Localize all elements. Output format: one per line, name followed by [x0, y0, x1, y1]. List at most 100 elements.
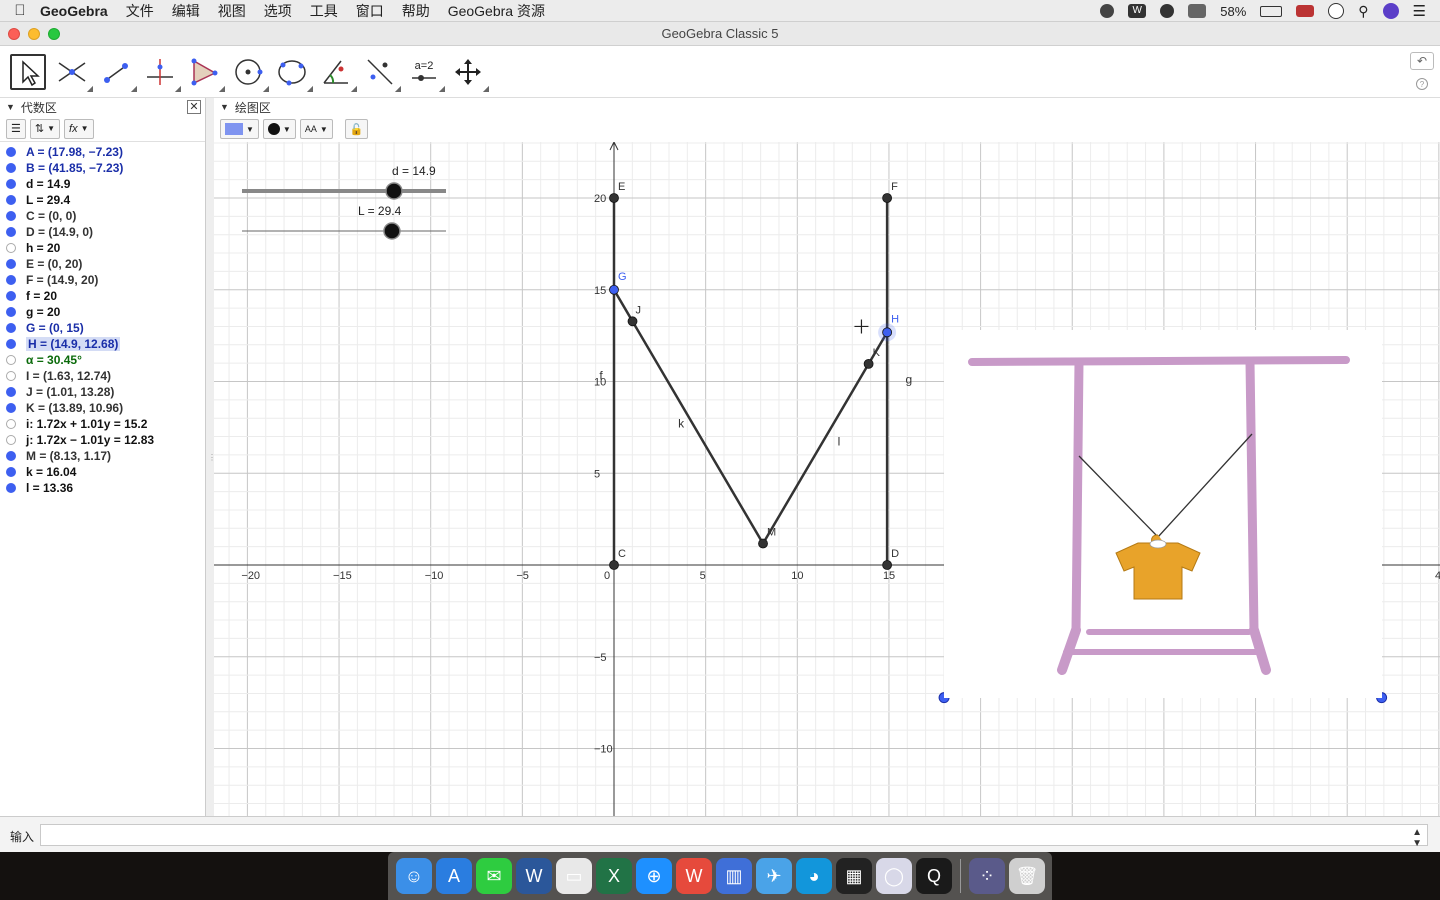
undo-button[interactable]: ↶ [1410, 52, 1434, 70]
slider-knob[interactable] [383, 222, 401, 240]
color-picker-button[interactable]: ▼ [220, 119, 259, 139]
record-icon[interactable] [1100, 4, 1115, 18]
geogebra-icon[interactable]: ◯ [876, 858, 912, 894]
app-menu[interactable]: GeoGebra [40, 3, 108, 19]
visibility-toggle-icon[interactable] [6, 339, 16, 349]
siri-icon[interactable] [1382, 3, 1399, 19]
close-algebra-button[interactable]: ✕ [187, 100, 201, 114]
algebra-row[interactable]: K = (13.89, 10.96) [0, 400, 205, 416]
visibility-toggle-icon[interactable] [6, 403, 16, 413]
flag-icon[interactable] [1296, 5, 1315, 17]
cloud-icon[interactable] [1188, 4, 1207, 18]
slider-tool[interactable]: a=2 ◢ [406, 54, 445, 93]
move-graphics-tool[interactable]: ◢ [450, 54, 489, 93]
visibility-toggle-icon[interactable] [6, 387, 16, 397]
excel-icon[interactable]: X [596, 858, 632, 894]
quicktime-icon[interactable]: Q [916, 858, 952, 894]
menu-edit[interactable]: 编辑 [172, 1, 200, 21]
visibility-toggle-icon[interactable] [6, 451, 16, 461]
visibility-toggle-icon[interactable] [6, 419, 16, 429]
algebra-row[interactable]: α = 30.45° [0, 352, 205, 368]
polygon-tool[interactable]: ◢ [186, 54, 225, 93]
slider-knob[interactable] [385, 182, 403, 200]
algebra-row[interactable]: d = 14.9 [0, 176, 205, 192]
preview-icon[interactable]: ▭ [556, 858, 592, 894]
visibility-toggle-icon[interactable] [6, 211, 16, 221]
fix-object-button[interactable]: 🔓 [344, 119, 369, 139]
point-intersect-tool[interactable]: ◢ [54, 54, 93, 93]
visibility-toggle-icon[interactable] [6, 227, 16, 237]
collapse-caret-icon[interactable]: ▼ [6, 102, 15, 112]
algebra-row[interactable]: E = (0, 20) [0, 256, 205, 272]
visibility-toggle-icon[interactable] [6, 435, 16, 445]
trash-icon[interactable]: 🗑 [1009, 858, 1045, 894]
visibility-toggle-icon[interactable] [6, 483, 16, 493]
algebra-row[interactable]: C = (0, 0) [0, 208, 205, 224]
visibility-toggle-icon[interactable] [6, 291, 16, 301]
wps-icon[interactable]: W [676, 858, 712, 894]
line-tool[interactable]: ◢ [98, 54, 137, 93]
algebra-row[interactable]: B = (41.85, −7.23) [0, 160, 205, 176]
sync-icon[interactable] [1160, 4, 1175, 18]
battery-icon[interactable] [1260, 5, 1283, 17]
menu-file[interactable]: 文件 [126, 1, 154, 21]
visibility-toggle-icon[interactable] [6, 307, 16, 317]
algebra-row[interactable]: I = (1.63, 12.74) [0, 368, 205, 384]
visibility-toggle-icon[interactable] [6, 467, 16, 477]
visibility-toggle-icon[interactable] [6, 163, 16, 173]
panel-splitter[interactable]: ⋮ [206, 98, 216, 816]
reflect-tool[interactable]: ◢ [362, 54, 401, 93]
algebra-row[interactable]: l = 13.36 [0, 480, 205, 496]
angle-tool[interactable]: ◢ [318, 54, 357, 93]
app-store-icon[interactable]: A [436, 858, 472, 894]
text-style-button[interactable]: AA ▼ [299, 119, 333, 139]
algebra-row[interactable]: A = (17.98, −7.23) [0, 144, 205, 160]
piano-icon[interactable]: ▦ [836, 858, 872, 894]
menu-view[interactable]: 视图 [218, 1, 246, 21]
books-icon[interactable]: ▥ [716, 858, 752, 894]
xcode-icon[interactable]: ✈ [756, 858, 792, 894]
visibility-toggle-icon[interactable] [6, 147, 16, 157]
sort-button[interactable]: ⇅ ▼ [29, 118, 61, 139]
description-mode-button[interactable]: fx ▼ [64, 118, 94, 139]
wechat-icon[interactable]: ✉ [476, 858, 512, 894]
move-tool[interactable] [10, 54, 46, 90]
algebra-row[interactable]: j: 1.72x − 1.01y = 12.83 [0, 432, 205, 448]
finder-icon[interactable]: ☺ [396, 858, 432, 894]
algebra-row[interactable]: L = 29.4 [0, 192, 205, 208]
algebra-row[interactable]: H = (14.9, 12.68) [0, 336, 205, 352]
algebra-row[interactable]: F = (14.9, 20) [0, 272, 205, 288]
algebra-row[interactable]: k = 16.04 [0, 464, 205, 480]
clothes-rack-image[interactable] [944, 330, 1382, 698]
qq-icon[interactable]: ◕ [796, 858, 832, 894]
visibility-toggle-icon[interactable] [6, 195, 16, 205]
menu-help[interactable]: 帮助 [402, 1, 430, 21]
safari-icon[interactable]: ⊕ [636, 858, 672, 894]
list-icon[interactable]: ☰ [1413, 2, 1426, 20]
menu-window[interactable]: 窗口 [356, 1, 384, 21]
algebra-row[interactable]: h = 20 [0, 240, 205, 256]
graphics-canvas[interactable]: −20 −15 −10 −5 0 5 10 15 4 20 15 10 5 −5 −10 E F G H J K M C Dk… [214, 142, 1440, 816]
collapse-caret-icon[interactable]: ▼ [220, 102, 229, 112]
visibility-toggle-icon[interactable] [6, 243, 16, 253]
wps-icon[interactable]: W [1128, 4, 1147, 18]
circle-three-points-tool[interactable]: ◢ [274, 54, 313, 93]
visibility-toggle-icon[interactable] [6, 259, 16, 269]
visibility-toggle-icon[interactable] [6, 371, 16, 381]
clock-icon[interactable] [1328, 3, 1345, 19]
menu-tools[interactable]: 工具 [310, 1, 338, 21]
visibility-toggle-icon[interactable] [6, 323, 16, 333]
input-history-icon[interactable]: ▲ ▼ [1412, 827, 1422, 849]
algebra-row[interactable]: J = (1.01, 13.28) [0, 384, 205, 400]
algebra-row[interactable]: M = (8.13, 1.17) [0, 448, 205, 464]
perpendicular-tool[interactable]: ◢ [142, 54, 181, 93]
algebra-row[interactable]: g = 20 [0, 304, 205, 320]
point-style-button[interactable]: ▼ [262, 119, 296, 139]
algebra-row[interactable]: D = (14.9, 0) [0, 224, 205, 240]
visibility-toggle-icon[interactable] [6, 275, 16, 285]
visibility-toggle-icon[interactable] [6, 179, 16, 189]
search-icon[interactable]: ⚲ [1358, 3, 1368, 20]
word-icon[interactable]: W [516, 858, 552, 894]
command-input[interactable] [40, 824, 1428, 846]
algebra-row[interactable]: f = 20 [0, 288, 205, 304]
